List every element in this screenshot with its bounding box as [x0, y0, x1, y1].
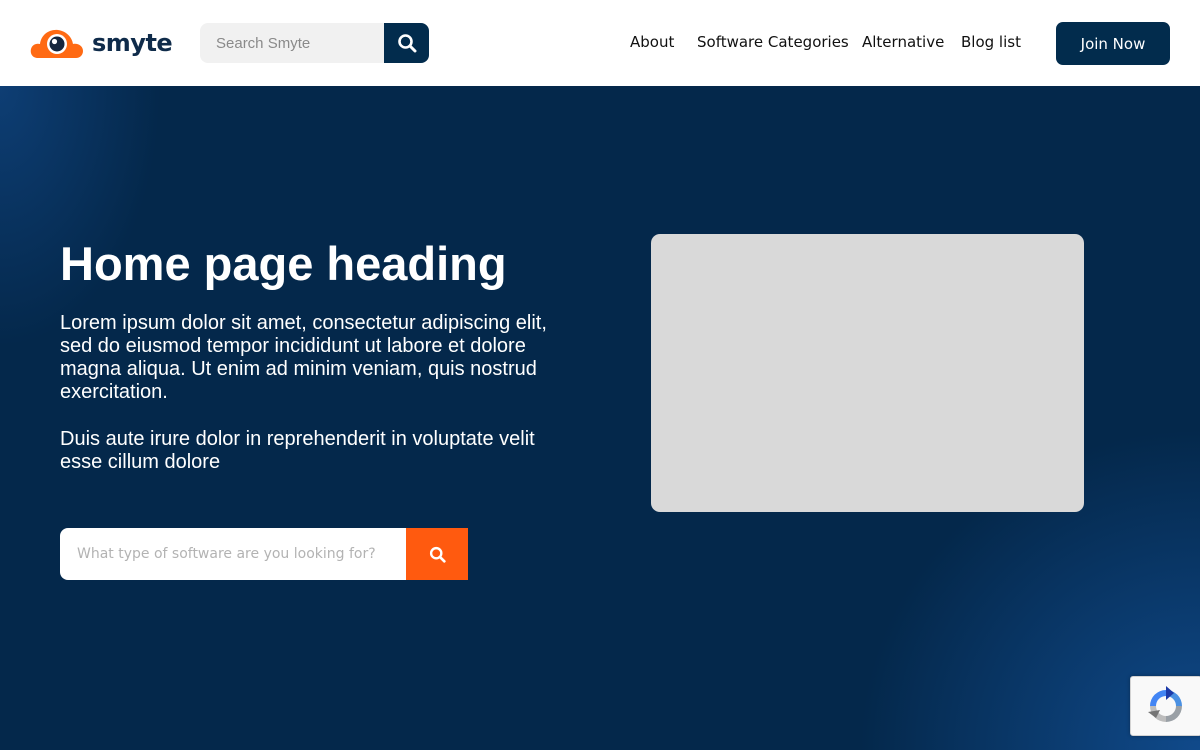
cloud-eye-logo-icon — [30, 29, 83, 58]
recaptcha-badge[interactable] — [1130, 676, 1200, 736]
hero-paragraph-2: Duis aute irure dolor in reprehenderit i… — [60, 428, 535, 473]
hero-image-placeholder — [651, 234, 1084, 512]
nav-about[interactable]: About — [630, 32, 674, 52]
header-search-input[interactable] — [200, 23, 384, 63]
recaptcha-icon — [1148, 686, 1182, 722]
search-icon — [429, 546, 446, 563]
page-title: Home page heading — [60, 237, 507, 290]
header-search-button[interactable] — [384, 23, 429, 63]
nav-blog-list[interactable]: Blog list — [961, 32, 1021, 52]
brand-name: smyte — [92, 29, 173, 57]
header-search — [200, 23, 429, 63]
brand-logo[interactable]: smyte — [30, 26, 173, 60]
site-header: smyte About Software Categories Alternat… — [0, 0, 1200, 86]
hero-paragraph-1: Lorem ipsum dolor sit amet, consectetur … — [60, 312, 547, 403]
join-now-button[interactable]: Join Now — [1056, 22, 1170, 65]
nav-alternative[interactable]: Alternative — [862, 32, 944, 52]
hero-section: Home page heading Lorem ipsum dolor sit … — [0, 86, 1200, 750]
software-search-button[interactable] — [406, 528, 468, 580]
search-icon — [397, 34, 416, 53]
software-search-input[interactable] — [60, 528, 406, 580]
nav-software-categories[interactable]: Software Categories — [697, 32, 849, 52]
software-search — [60, 528, 468, 580]
